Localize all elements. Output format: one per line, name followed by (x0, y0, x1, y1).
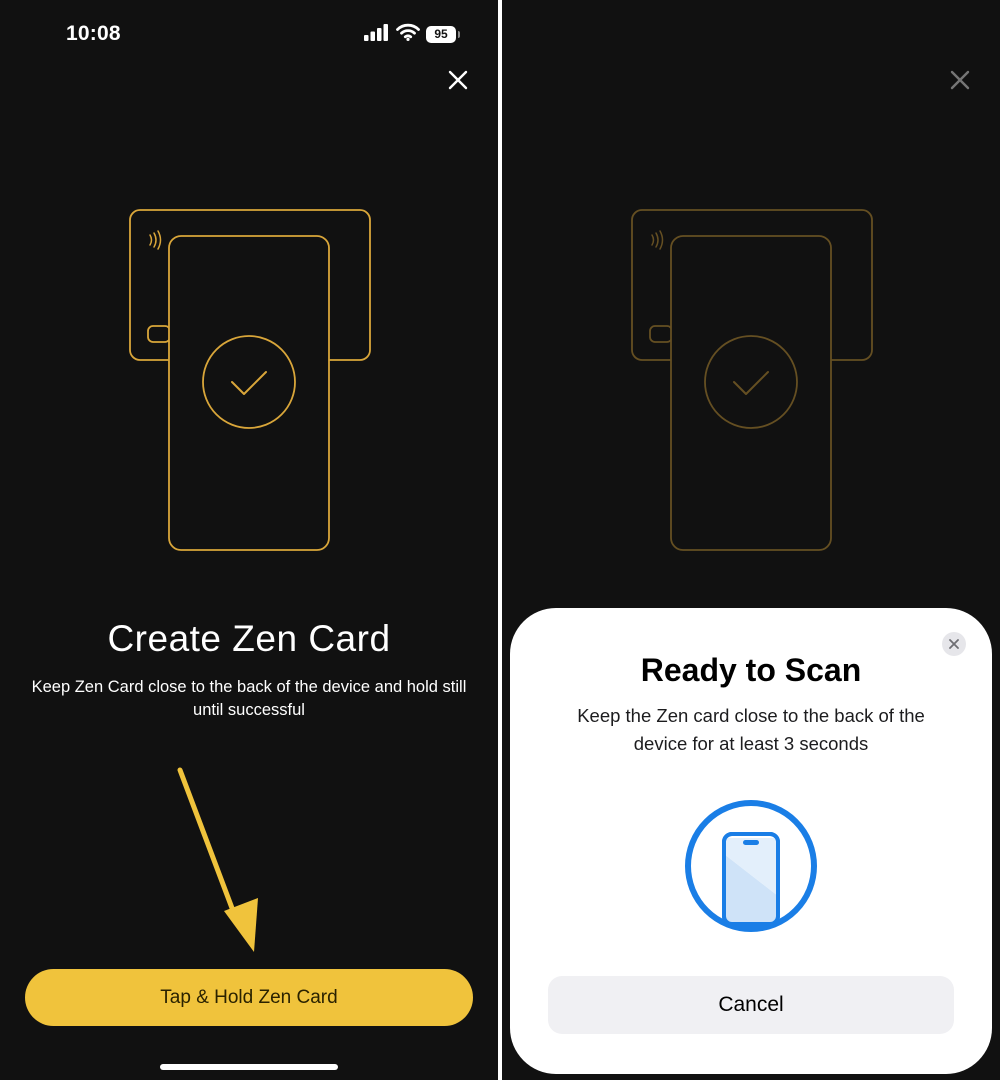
scan-bottom-sheet: Ready to Scan Keep the Zen card close to… (510, 608, 992, 1074)
page-title: Create Zen Card (107, 618, 391, 659)
ready-to-scan-screen: Ready to Scan Keep the Zen card close to… (502, 0, 1000, 1080)
sheet-message: Keep the Zen card close to the back of t… (577, 705, 925, 754)
card-phone-illustration (628, 206, 878, 561)
tap-hold-zen-card-button[interactable]: Tap & Hold Zen Card (25, 969, 473, 1026)
cancel-button[interactable]: Cancel (548, 976, 954, 1034)
card-phone-illustration (126, 206, 376, 561)
status-time: 10:08 (66, 22, 121, 45)
contactless-icon (651, 230, 664, 250)
instruction-text: Keep Zen Card close to the back of the d… (31, 678, 467, 719)
arrow-pointer-icon (170, 764, 270, 969)
home-indicator (160, 1064, 338, 1070)
phone-outline-icon (670, 235, 832, 551)
cellular-signal-icon (364, 23, 390, 46)
sheet-title: Ready to Scan (640, 652, 862, 688)
close-icon (448, 70, 468, 90)
close-button[interactable] (443, 65, 473, 95)
nfc-phone-icon (683, 798, 819, 939)
contactless-icon (149, 230, 162, 250)
status-icons: 95 (364, 23, 460, 46)
close-icon (949, 639, 959, 649)
create-zen-card-screen: 10:08 95 Create Zen Card Keep Zen Card c… (0, 0, 498, 1080)
close-icon (950, 70, 970, 90)
background-close-button (945, 65, 975, 95)
phone-outline-icon (168, 235, 330, 551)
battery-icon: 95 (426, 25, 460, 43)
wifi-icon (396, 23, 420, 46)
